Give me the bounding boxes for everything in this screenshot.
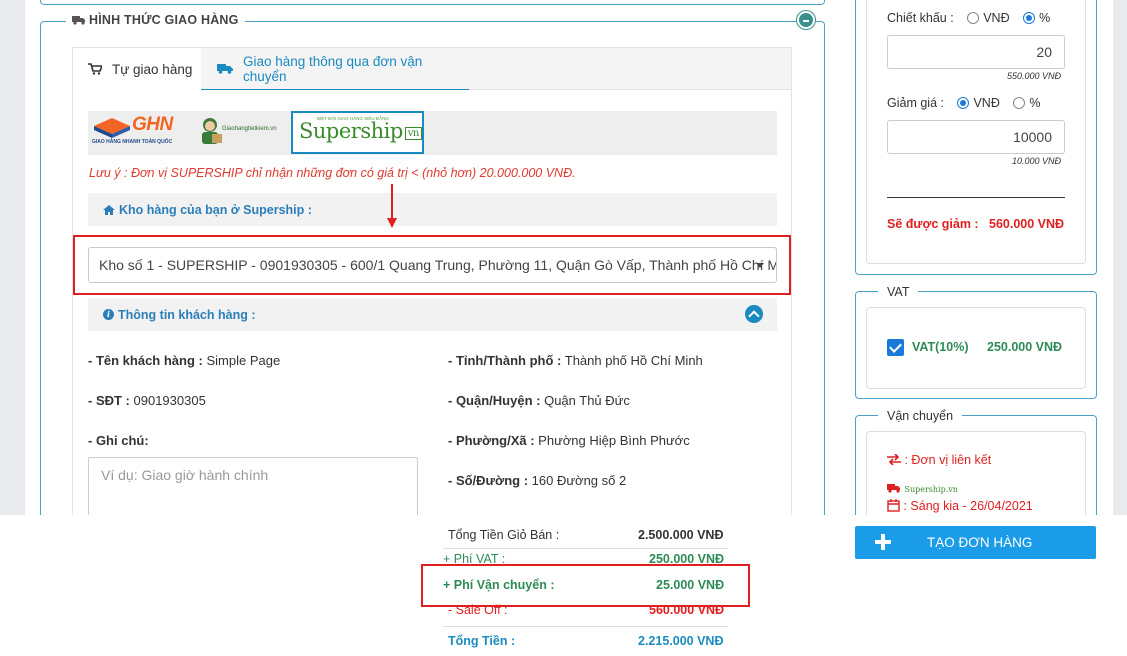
- annotation-highlight-shipping-fee: [421, 564, 750, 607]
- carrier-ghtk-logo[interactable]: Giaohangtietkiem.vn: [195, 114, 277, 150]
- info-icon: i: [103, 309, 114, 320]
- reduce-unit-percent-radio[interactable]: [1013, 97, 1026, 109]
- plus-icon: [875, 534, 891, 550]
- tab-courier-delivery[interactable]: Giao hàng thông qua đơn vận chuyển: [201, 48, 469, 90]
- chevron-down-icon: [756, 263, 764, 268]
- customer-ward: - Phường/Xã : Phường Hiệp Bình Phước: [448, 433, 690, 448]
- shipping-panel-title: Vận chuyển: [878, 409, 963, 423]
- vat-label: VAT(10%): [912, 340, 969, 354]
- customer-province: - Tỉnh/Thành phố : Thành phố Hồ Chí Minh: [448, 353, 703, 368]
- discount-divider: [887, 197, 1065, 198]
- discount-row: Chiết khấu : VNĐ %: [887, 11, 1051, 25]
- vat-amount: 250.000 VNĐ: [987, 340, 1063, 354]
- shipping-partner: : Đơn vị liên kết: [887, 453, 991, 467]
- shipping-carrier: Supership.vn: [887, 481, 958, 495]
- exchange-icon: [887, 453, 901, 466]
- carrier-logo-strip: [88, 111, 777, 155]
- summary-cart-total-label: Tổng Tiền Giỏ Bán :: [448, 528, 560, 542]
- summary-cart-total-value: 2.500.000 VNĐ: [638, 528, 724, 542]
- carrier-supership-logo[interactable]: BIỆT ĐỘI GIAO HÀNG SIÊU ĐẲNG Supership vn: [291, 111, 424, 154]
- warehouse-header: Kho hàng của bạn ở Supership :: [88, 193, 777, 226]
- summary-grand-label: Tổng Tiền :: [448, 634, 516, 648]
- customer-info-header: i Thông tin khách hàng :: [88, 298, 777, 331]
- customer-street: - Số/Đường : 160 Đường số 2: [448, 473, 627, 488]
- create-order-button[interactable]: TẠO ĐƠN HÀNG: [855, 526, 1096, 559]
- discount-hint: 550.000 VNĐ: [1006, 71, 1061, 81]
- summary-grand-value: 2.215.000 VNĐ: [638, 634, 724, 648]
- truck-icon: [217, 64, 233, 74]
- shipping-date: : Sáng kia - 26/04/2021: [887, 499, 1033, 513]
- vat-title: VAT: [878, 285, 919, 299]
- right-gutter: [1113, 0, 1127, 520]
- home-icon: [103, 204, 115, 215]
- ghn-box-icon: [94, 118, 130, 138]
- discount-unit-vnd-radio[interactable]: [967, 12, 980, 24]
- tab-self-delivery[interactable]: Tự giao hàng: [73, 48, 201, 90]
- customer-district: - Quận/Huyện : Quận Thủ Đức: [448, 393, 630, 408]
- reduce-input[interactable]: 10000: [887, 120, 1065, 154]
- annotation-arrow-head: [387, 218, 397, 228]
- reduce-hint: 10.000 VNĐ: [1011, 156, 1061, 166]
- discount-unit-percent-radio[interactable]: [1023, 12, 1036, 24]
- cart-icon: [88, 63, 102, 75]
- shipping-section-title: HÌNH THỨC GIAO HÀNG: [66, 13, 245, 27]
- supership-limit-note: Lưu ý : Đơn vị SUPERSHIP chỉ nhận những …: [89, 166, 576, 180]
- truck-icon: [72, 16, 85, 25]
- calendar-icon: [887, 499, 900, 512]
- collapse-section-button[interactable]: [797, 11, 815, 29]
- carrier-ghn-logo[interactable]: GHN GIAO HÀNG NHANH TOÀN QUỐC: [92, 112, 180, 152]
- vat-checkbox[interactable]: [887, 339, 904, 356]
- delivery-man-icon: [202, 118, 222, 144]
- collapse-customer-info-button[interactable]: [745, 305, 763, 323]
- annotation-arrow: [391, 184, 393, 220]
- warehouse-select[interactable]: Kho số 1 - SUPERSHIP - 0901930305 - 600/…: [88, 247, 777, 283]
- previous-section-border: [40, 0, 825, 5]
- discount-input[interactable]: 20: [887, 35, 1065, 69]
- total-reduce: Sẽ được giảm : 560.000 VNĐ: [887, 217, 1065, 231]
- summary-divider: [443, 626, 728, 627]
- reduce-row: Giảm giá : VNĐ %: [887, 96, 1041, 110]
- customer-phone: - SĐT : 0901930305: [88, 393, 206, 408]
- summary-divider: [443, 548, 728, 549]
- customer-name: - Tên khách hàng : Simple Page: [88, 353, 281, 368]
- customer-note-label: - Ghi chú:: [88, 433, 149, 448]
- reduce-unit-vnd-radio[interactable]: [957, 97, 970, 109]
- truck-icon: [887, 484, 900, 493]
